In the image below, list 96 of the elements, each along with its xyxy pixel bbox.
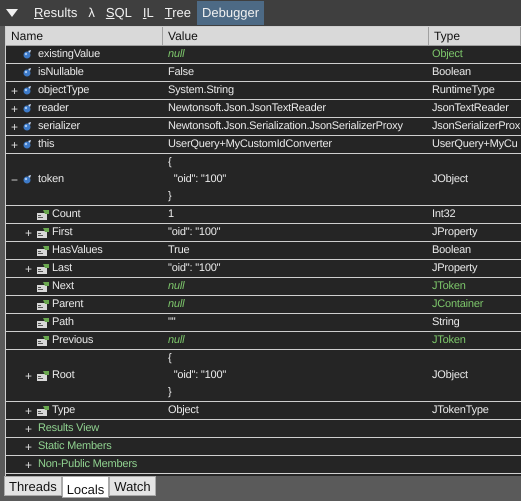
variable-type: Boolean <box>432 243 471 258</box>
toolbar-tab[interactable]: Debugger <box>197 1 264 25</box>
variable-name: Count <box>51 207 80 222</box>
variable-type: Int32 <box>432 207 456 222</box>
variable-type: JContainer <box>432 297 484 312</box>
property-icon <box>37 282 49 292</box>
toolbar-tab[interactable]: SQL <box>100 1 137 25</box>
group-label: Non-Public Members <box>37 457 138 472</box>
variable-value: "oid": "100" <box>168 261 220 276</box>
property-icon <box>37 246 49 256</box>
variable-name: HasValues <box>51 243 103 258</box>
expand-toggle[interactable]: + <box>25 262 32 274</box>
panel-tab[interactable]: Locals <box>62 476 110 498</box>
variable-type: JObject <box>432 368 468 384</box>
variable-value: "oid": "100" <box>168 225 220 240</box>
property-icon <box>37 300 49 310</box>
field-icon <box>23 50 31 59</box>
property-icon <box>37 336 49 346</box>
toolbar-tab[interactable]: Results <box>29 1 82 25</box>
variable-value: null <box>168 297 184 312</box>
variable-value: Newtonsoft.Json.JsonTextReader <box>168 101 326 116</box>
variable-name: Root <box>51 368 74 384</box>
expand-toggle[interactable]: + <box>11 102 18 114</box>
group-label: Results View <box>37 421 99 436</box>
expand-toggle[interactable]: + <box>25 404 32 416</box>
variable-type: RuntimeType <box>432 83 495 98</box>
variable-name: reader <box>37 101 69 116</box>
variable-name: Parent <box>51 297 84 312</box>
field-icon <box>23 175 31 184</box>
property-icon <box>37 406 49 416</box>
variable-name: First <box>51 225 72 240</box>
panel-tab[interactable]: Watch <box>109 476 156 496</box>
field-icon <box>23 68 31 77</box>
column-header[interactable]: Name <box>6 27 163 46</box>
property-icon <box>37 228 49 238</box>
variable-type: Object <box>432 47 463 62</box>
variable-name: Type <box>51 403 76 418</box>
variable-value: UserQuery+MyCustomIdConverter <box>168 137 332 152</box>
variable-name: Last <box>51 261 72 276</box>
variable-type: UserQuery+MyCu <box>432 137 518 152</box>
variable-value: null <box>168 333 184 348</box>
property-icon <box>37 370 49 380</box>
variable-type: JProperty <box>432 225 478 240</box>
collapse-arrow-icon[interactable] <box>6 9 18 17</box>
variable-value: System.String <box>168 83 234 98</box>
panel-tab[interactable]: Threads <box>4 476 62 496</box>
property-icon <box>37 264 49 274</box>
expand-toggle[interactable]: + <box>11 138 18 150</box>
collapse-toggle[interactable]: − <box>11 174 18 186</box>
variable-type: Boolean <box>432 65 471 80</box>
variable-name: token <box>37 172 64 188</box>
field-icon <box>23 140 31 149</box>
variable-name: serializer <box>37 119 80 134</box>
variable-type: JToken <box>432 333 466 348</box>
column-header[interactable]: Value <box>163 27 429 46</box>
variable-value: null <box>168 279 184 294</box>
field-icon <box>23 122 31 131</box>
toolbar-tab[interactable]: λ <box>83 1 100 25</box>
variable-type: JObject <box>432 172 468 188</box>
variable-value: { "oid": "100" } <box>168 351 226 400</box>
variable-type: JProperty <box>432 261 478 276</box>
variable-value: Object <box>168 403 199 418</box>
variable-value: null <box>168 47 184 62</box>
variable-value: True <box>168 243 190 258</box>
expand-toggle[interactable]: + <box>11 120 18 132</box>
field-icon <box>23 104 31 113</box>
field-icon <box>23 86 31 95</box>
column-header[interactable]: Type <box>429 27 521 46</box>
variable-name: objectType <box>37 83 90 98</box>
variable-type: JsonTextReader <box>432 101 509 116</box>
variable-value: Newtonsoft.Json.Serialization.JsonSerializerProxy <box>168 119 403 134</box>
toolbar-tab[interactable]: Tree <box>160 1 196 25</box>
expand-toggle[interactable]: + <box>25 458 32 470</box>
variable-name: Next <box>51 279 74 294</box>
property-icon <box>37 318 49 328</box>
variable-name: Previous <box>51 333 94 348</box>
toolbar-tab[interactable]: IL <box>138 1 159 25</box>
variable-type: JToken <box>432 279 466 294</box>
expand-toggle[interactable]: + <box>25 370 32 382</box>
variable-type: JsonSerializerProx <box>432 119 520 134</box>
expand-toggle[interactable]: + <box>25 422 32 434</box>
variable-name: existingValue <box>37 47 100 62</box>
variable-value: "" <box>168 315 176 330</box>
expand-toggle[interactable]: + <box>11 84 18 96</box>
variable-value: 1 <box>168 207 174 222</box>
group-label: Static Members <box>37 439 112 454</box>
variable-name: isNullable <box>37 65 84 80</box>
variable-type: JTokenType <box>432 403 489 418</box>
variable-value: False <box>168 65 194 80</box>
variable-name: Path <box>51 315 74 330</box>
variable-type: String <box>432 315 460 330</box>
variable-name: this <box>37 137 54 152</box>
expand-toggle[interactable]: + <box>25 226 32 238</box>
variable-value: { "oid": "100" } <box>168 155 226 204</box>
property-icon <box>37 210 49 220</box>
expand-toggle[interactable]: + <box>25 440 32 452</box>
